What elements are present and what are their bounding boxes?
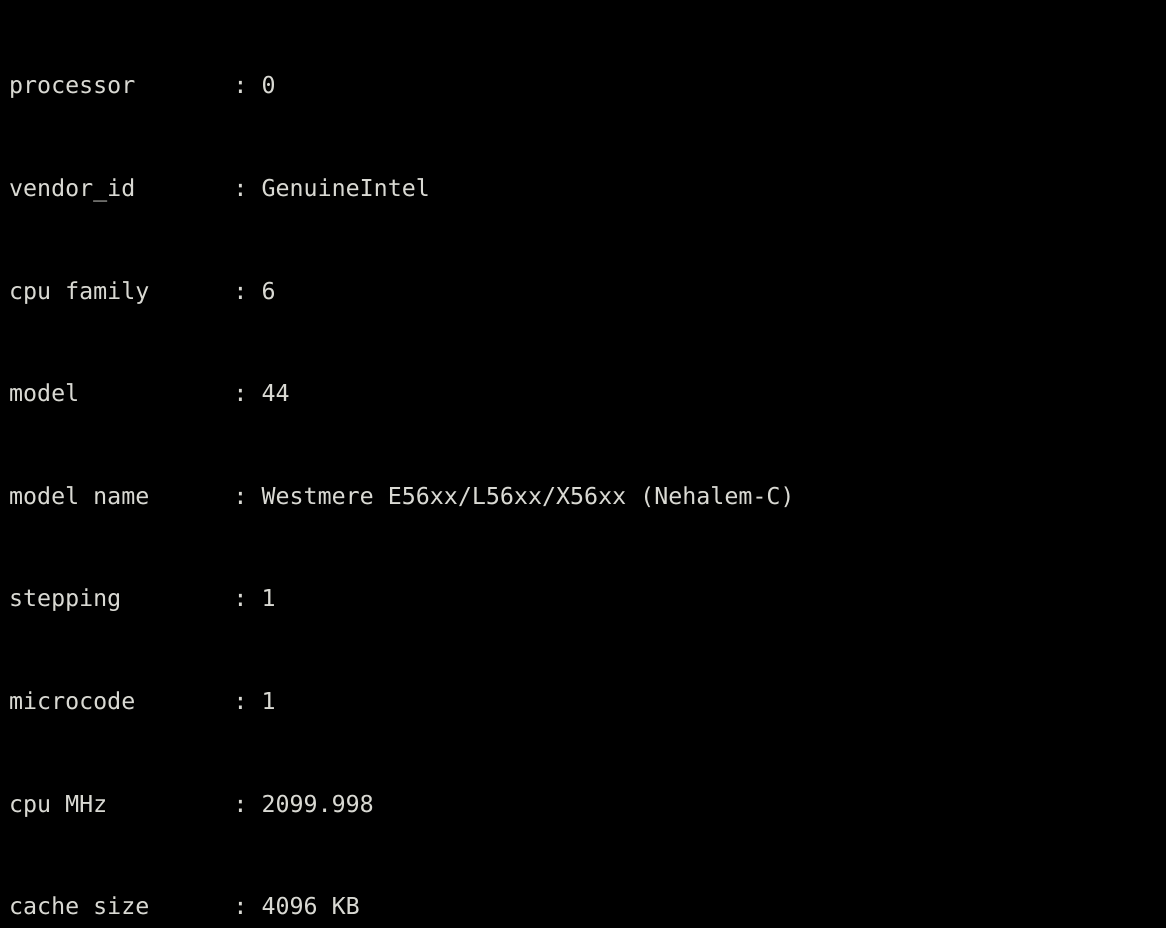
cpuinfo-line-cpu-family: cpu family : 6 — [9, 277, 276, 305]
cpuinfo-line-model-name: model name : Westmere E56xx/L56xx/X56xx … — [9, 482, 795, 510]
terminal-window[interactable]: processor : 0 vendor_id : GenuineIntel c… — [0, 0, 1166, 928]
cpuinfo-line-vendor-id: vendor_id : GenuineIntel — [9, 175, 430, 202]
cpuinfo-line-processor: processor : 0 — [9, 72, 276, 100]
cpuinfo-line-stepping: stepping : 1 — [9, 585, 276, 613]
cpuinfo-line-model: model : 44 — [9, 380, 290, 408]
cpuinfo-line-microcode: microcode : 1 — [9, 687, 276, 715]
cpuinfo-line-cpu-mhz: cpu MHz : 2099.998 — [9, 790, 374, 818]
cpuinfo-line-cache-size: cache size : 4096 KB — [9, 893, 360, 921]
terminal-output-cpuinfo: processor : 0 vendor_id : GenuineIntel c… — [0, 0, 1166, 928]
